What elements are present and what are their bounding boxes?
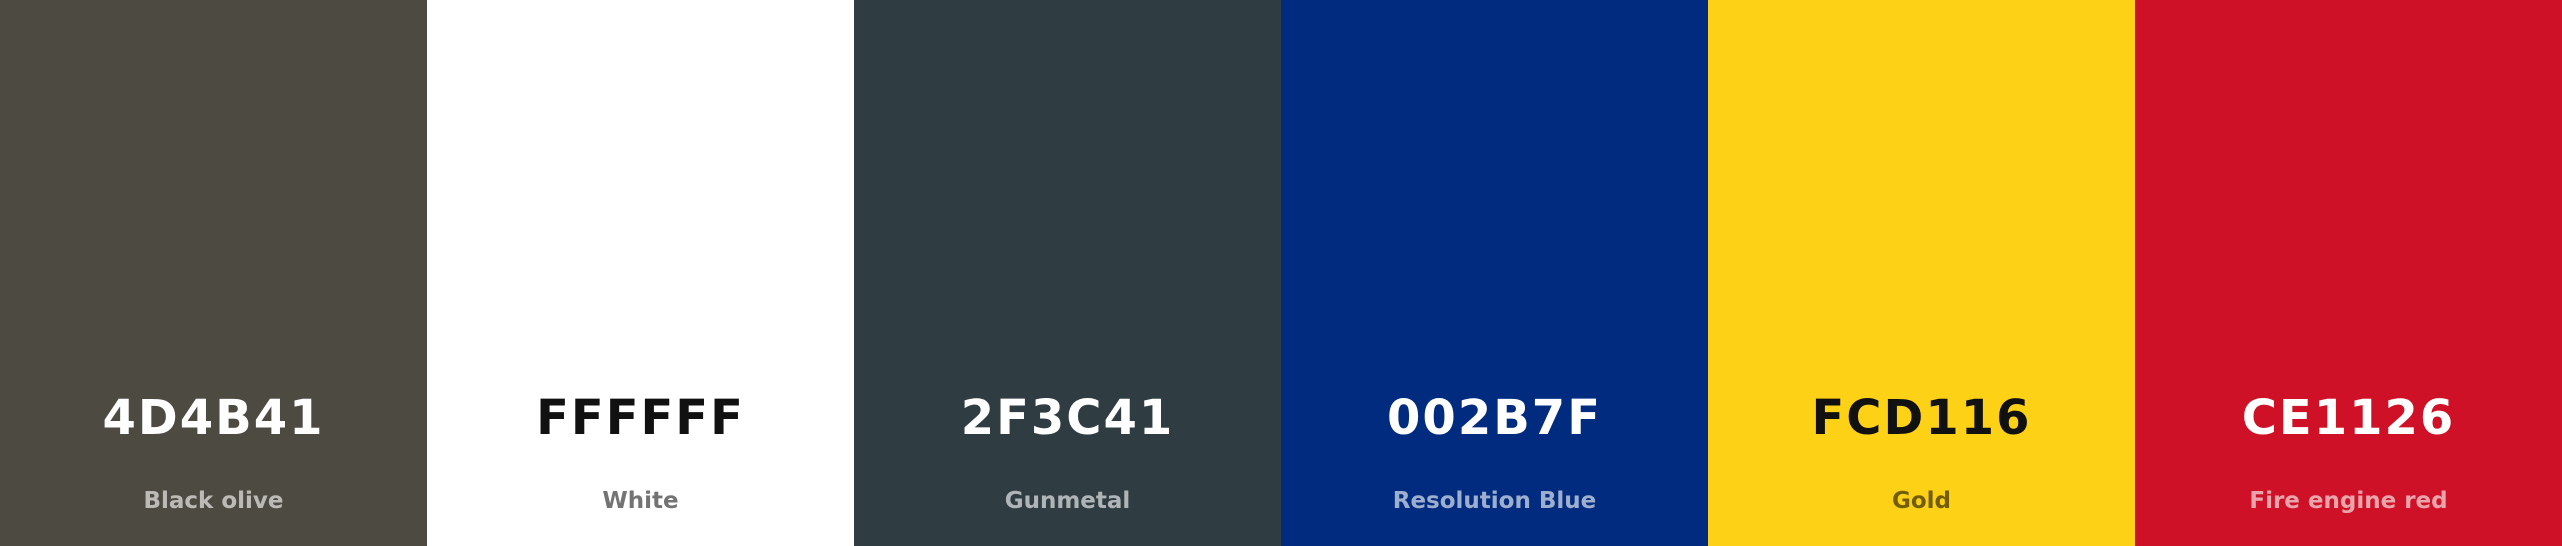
color-palette: 4D4B41 Black olive FFFFFF White 2F3C41 G… (0, 0, 2562, 546)
color-name: Black olive (143, 488, 284, 514)
color-name: Fire engine red (2249, 488, 2448, 514)
swatch-resolution-blue[interactable]: 002B7F Resolution Blue (1281, 0, 1708, 546)
color-name: White (602, 488, 679, 514)
color-name: Gunmetal (1004, 488, 1131, 514)
swatch-gold[interactable]: FCD116 Gold (1708, 0, 2135, 546)
color-name: Resolution Blue (1392, 488, 1597, 514)
swatch-white[interactable]: FFFFFF White (427, 0, 854, 546)
swatch-gunmetal[interactable]: 2F3C41 Gunmetal (854, 0, 1281, 546)
swatch-fire-engine-red[interactable]: CE1126 Fire engine red (2135, 0, 2562, 546)
color-name: Gold (1891, 488, 1952, 514)
hex-code[interactable]: FCD116 (1708, 388, 2135, 448)
hex-code[interactable]: 4D4B41 (0, 388, 427, 448)
swatch-black-olive[interactable]: 4D4B41 Black olive (0, 0, 427, 546)
hex-code[interactable]: CE1126 (2135, 388, 2562, 448)
hex-code[interactable]: 2F3C41 (854, 388, 1281, 448)
hex-code[interactable]: 002B7F (1281, 388, 1708, 448)
hex-code[interactable]: FFFFFF (427, 388, 854, 448)
